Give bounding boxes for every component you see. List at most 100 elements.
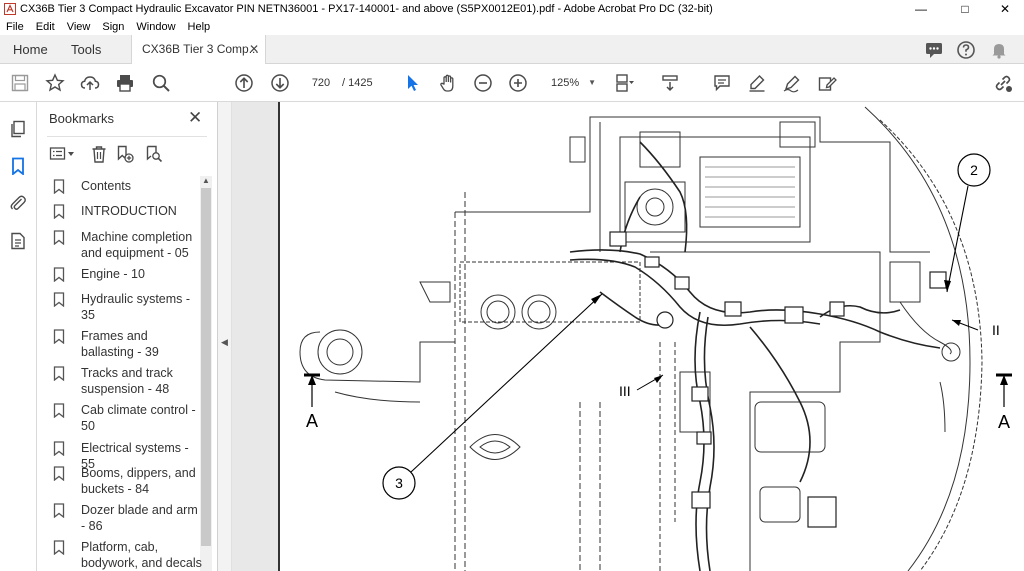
bookmark-icon bbox=[53, 466, 65, 481]
bookmark-label: Dozer blade and arm - 86 bbox=[81, 503, 198, 533]
next-page-icon[interactable] bbox=[270, 73, 290, 93]
callout-2-label: 2 bbox=[970, 162, 978, 178]
toolbar: 720 / 1425 125% ▼ bbox=[0, 64, 1024, 102]
bookmark-label: Cab climate control - 50 bbox=[81, 403, 196, 433]
view-marker-ii: II bbox=[992, 322, 1000, 338]
delete-bookmark-icon[interactable] bbox=[90, 145, 108, 163]
bookmark-icon bbox=[53, 441, 65, 456]
bookmark-label: Booms, dippers, and buckets - 84 bbox=[81, 466, 196, 496]
notifications-bell-icon[interactable] bbox=[989, 40, 1009, 60]
highlight-pen-icon[interactable] bbox=[747, 73, 767, 93]
menu-bar: File Edit View Sign Window Help bbox=[0, 18, 1024, 35]
page-number-input[interactable]: 720 bbox=[305, 73, 337, 93]
tab-document-label: CX36B Tier 3 Comp... bbox=[142, 42, 259, 56]
page-thumbnails-icon[interactable] bbox=[9, 120, 27, 138]
bookmarks-panel-icon[interactable] bbox=[9, 157, 27, 175]
tab-home[interactable]: Home bbox=[13, 35, 48, 64]
bookmark-label: Frames and ballasting - 39 bbox=[81, 329, 159, 359]
menu-edit[interactable]: Edit bbox=[30, 21, 61, 33]
section-marker-left: A bbox=[306, 411, 318, 431]
bookmark-label: Machine completion and equipment - 05 bbox=[81, 230, 193, 260]
bookmark-label: Contents bbox=[81, 179, 132, 193]
bookmark-label: Platform, cab, bodywork, and decals bbox=[81, 540, 202, 570]
tab-close-icon[interactable]: ✕ bbox=[249, 35, 259, 64]
acrobat-icon bbox=[4, 3, 16, 15]
chevron-down-icon: ▼ bbox=[588, 78, 596, 87]
section-marker-right: A bbox=[998, 412, 1010, 432]
bookmarks-panel: Bookmarks ✕ ▲ Contents INTRODUCTION Machin… bbox=[37, 102, 218, 571]
bookmark-icon bbox=[53, 267, 65, 282]
menu-view[interactable]: View bbox=[61, 21, 97, 33]
new-bookmark-icon[interactable] bbox=[116, 145, 134, 163]
bookmark-icon bbox=[53, 204, 65, 219]
bookmark-item[interactable]: Cab climate control - 50 bbox=[53, 402, 203, 434]
bookmark-item[interactable]: Tracks and track suspension - 48 bbox=[53, 365, 203, 397]
attachments-icon[interactable] bbox=[9, 194, 27, 212]
bookmark-icon bbox=[53, 230, 65, 245]
tab-bar: Home Tools CX36B Tier 3 Comp... ✕ bbox=[0, 35, 1024, 64]
bookmark-item[interactable]: Engine - 10 bbox=[53, 266, 203, 282]
bookmark-item[interactable]: INTRODUCTION bbox=[53, 203, 203, 219]
zoom-out-icon[interactable] bbox=[473, 73, 493, 93]
bookmark-icon bbox=[53, 179, 65, 194]
zoom-level-value: 125% bbox=[551, 77, 580, 89]
add-comment-icon[interactable] bbox=[712, 73, 732, 93]
bookmark-item[interactable]: Booms, dippers, and buckets - 84 bbox=[53, 465, 203, 497]
select-cursor-icon[interactable] bbox=[403, 73, 423, 93]
zoom-level-dropdown[interactable]: 125% ▼ bbox=[543, 73, 598, 93]
comment-icon[interactable] bbox=[924, 40, 944, 60]
menu-help[interactable]: Help bbox=[182, 21, 217, 33]
menu-file[interactable]: File bbox=[0, 21, 30, 33]
bookmark-star-icon[interactable] bbox=[45, 73, 65, 93]
collapse-panel-icon[interactable]: ◀ bbox=[221, 337, 228, 348]
find-bookmark-icon[interactable] bbox=[145, 145, 163, 163]
title-bar: CX36B Tier 3 Compact Hydraulic Excavator… bbox=[0, 0, 1024, 18]
draw-pen-icon[interactable] bbox=[782, 73, 802, 93]
bookmark-label: Engine - 10 bbox=[81, 267, 145, 281]
view-marker-iii: III bbox=[619, 383, 631, 399]
bookmark-item[interactable]: Machine completion and equipment - 05 bbox=[53, 229, 203, 261]
help-icon[interactable] bbox=[956, 40, 976, 60]
bookmarks-close-icon[interactable]: ✕ bbox=[188, 108, 202, 128]
bookmark-label: Tracks and track suspension - 48 bbox=[81, 366, 173, 396]
bookmark-options-icon[interactable] bbox=[49, 145, 77, 163]
bookmarks-toolbar bbox=[47, 136, 207, 169]
bookmark-icon bbox=[53, 329, 65, 344]
menu-sign[interactable]: Sign bbox=[96, 21, 130, 33]
bookmark-icon bbox=[53, 403, 65, 418]
page-layout-icon[interactable] bbox=[614, 73, 634, 93]
fill-sign-icon[interactable] bbox=[817, 73, 837, 93]
pdf-page: 2 3 A A II III bbox=[278, 102, 1024, 571]
close-window-button[interactable]: ✕ bbox=[990, 0, 1020, 18]
bookmark-item[interactable]: Platform, cab, bodywork, and decals bbox=[53, 539, 203, 571]
bookmark-icon bbox=[53, 540, 65, 555]
wiring-harness-drawing: 2 3 A A II III bbox=[299, 106, 1012, 571]
menu-window[interactable]: Window bbox=[130, 21, 181, 33]
bookmark-icon bbox=[53, 503, 65, 518]
window-title: CX36B Tier 3 Compact Hydraulic Excavator… bbox=[20, 3, 713, 15]
minimize-button[interactable]: — bbox=[906, 0, 936, 18]
bookmark-item[interactable]: Hydraulic systems - 35 bbox=[53, 291, 203, 323]
previous-page-icon[interactable] bbox=[234, 73, 254, 93]
page-total: / 1425 bbox=[342, 77, 373, 89]
tab-document[interactable]: CX36B Tier 3 Comp... ✕ bbox=[131, 35, 266, 64]
print-icon[interactable] bbox=[115, 73, 135, 93]
bookmark-item[interactable]: Contents bbox=[53, 178, 203, 194]
share-link-icon[interactable] bbox=[993, 73, 1013, 93]
zoom-in-icon[interactable] bbox=[508, 73, 528, 93]
cloud-upload-icon[interactable] bbox=[80, 73, 100, 93]
search-icon[interactable] bbox=[151, 73, 171, 93]
maximize-button[interactable]: □ bbox=[950, 0, 980, 18]
content-panel-icon[interactable] bbox=[9, 232, 27, 250]
hand-tool-icon[interactable] bbox=[438, 73, 458, 93]
panel-collapse-strip[interactable]: ◀ bbox=[218, 102, 232, 571]
document-viewport[interactable]: 2 3 A A II III bbox=[232, 102, 1024, 571]
bookmark-label: Hydraulic systems - 35 bbox=[81, 292, 191, 322]
scroll-mode-icon[interactable] bbox=[660, 73, 680, 93]
tab-tools[interactable]: Tools bbox=[71, 35, 101, 64]
bookmark-item[interactable]: Frames and ballasting - 39 bbox=[53, 328, 203, 360]
bookmark-icon bbox=[53, 366, 65, 381]
navigation-rail bbox=[0, 102, 37, 571]
save-icon[interactable] bbox=[10, 73, 30, 93]
bookmark-item[interactable]: Dozer blade and arm - 86 bbox=[53, 502, 203, 534]
